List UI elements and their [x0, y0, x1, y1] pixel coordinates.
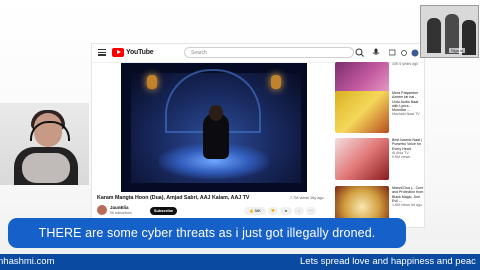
channel-name[interactable]: JaunElia [110, 205, 129, 210]
thumbs-up-icon: 👍 [249, 209, 254, 213]
microphone-icon[interactable] [372, 48, 380, 57]
recommendation-meta: 9.6M views [392, 155, 410, 160]
download-button[interactable]: ↓ [294, 207, 304, 215]
subscribe-button[interactable]: Subscribe [150, 207, 177, 215]
video-lamp [271, 75, 281, 89]
recommendation-info: Manzil Dua (-- Cure and Protection from … [392, 186, 424, 207]
youtube-logo[interactable]: YouTube [112, 48, 154, 57]
download-icon: ↓ [298, 209, 300, 213]
webcam-overlay [0, 103, 89, 185]
youtube-header: YouTube Search [92, 44, 424, 63]
caption-banner: THERE are some cyber threats as i just g… [8, 218, 406, 248]
recommendation-meta: 44K 6 years ago [392, 62, 419, 66]
thumbs-down-icon: 👎 [270, 209, 276, 213]
more-button[interactable]: ⋯ [306, 207, 316, 215]
search-input[interactable]: Search [184, 47, 354, 58]
recommendation-title: Best Islamic Naat | Powerful Voice for E… [392, 138, 422, 151]
menu-icon[interactable] [98, 49, 106, 56]
top-right-photo: Sign in [420, 5, 479, 58]
more-icon: ⋯ [309, 209, 313, 213]
recommendation-thumbnail[interactable] [335, 91, 389, 133]
share-icon: ➦ [284, 209, 288, 213]
recommendation-info: 44K 6 years ago [392, 62, 424, 66]
recommendation-thumbnail[interactable] [335, 138, 389, 180]
share-button[interactable]: ➦ [280, 207, 292, 215]
bottom-ticker: nhashmi.com Lets spread love and happine… [0, 254, 480, 270]
recommendation-info: Best Islamic Naat | Powerful Voice for E… [392, 138, 424, 159]
youtube-logo-text: YouTube [126, 49, 154, 56]
youtube-play-icon [112, 48, 124, 57]
video-lamp [147, 75, 157, 89]
channel-subscribers: 5K subscribers [110, 211, 132, 215]
list-item[interactable]: Mera Paiyamber Azeem tar hai - Urdu Audi… [335, 91, 424, 135]
recommendation-meta: 1.6M views 6d ago [392, 203, 422, 208]
header-actions-icon[interactable] [389, 48, 419, 58]
photo-figure [427, 18, 441, 53]
like-count: 38K [254, 209, 261, 213]
recommendation-info: Mera Paiyamber Azeem tar hai - Urdu Audi… [392, 91, 424, 117]
website-text: nhashmi.com [0, 256, 55, 267]
ticker-text: Lets spread love and happiness and peac [300, 256, 476, 267]
channel-avatar[interactable] [97, 205, 107, 215]
sign-in-link[interactable]: Sign in [449, 48, 466, 53]
recommendation-channel: Mazhabi Naat TV [392, 112, 420, 117]
list-item[interactable]: Best Islamic Naat | Powerful Voice for E… [335, 138, 424, 182]
dislike-button[interactable]: 👎 [268, 207, 278, 215]
video-player[interactable] [121, 63, 307, 192]
like-button[interactable]: 👍 38K [244, 207, 266, 215]
webcam-scarf [22, 153, 70, 183]
recommendations-list: 44K 6 years ago Mera Paiyamber Azeem tar… [335, 62, 424, 227]
video-performer-head [209, 105, 223, 121]
search-icon[interactable] [354, 47, 366, 58]
video-views: 7.7M views 16y ago [290, 196, 324, 200]
recommendation-title: Mera Paiyamber Azeem tar hai - Urdu Audi… [392, 91, 419, 113]
video-actions: 👍 38K 👎 ➦ ↓ ⋯ [244, 207, 324, 216]
recommendation-title: Manzil Dua (-- Cure and Protection from … [392, 186, 424, 203]
youtube-window: YouTube Search Karam Mangta Hoon (Dua), … [91, 43, 425, 228]
video-title: Karam Mangta Hoon (Dua), Amjad Sabri, AA… [97, 195, 250, 201]
